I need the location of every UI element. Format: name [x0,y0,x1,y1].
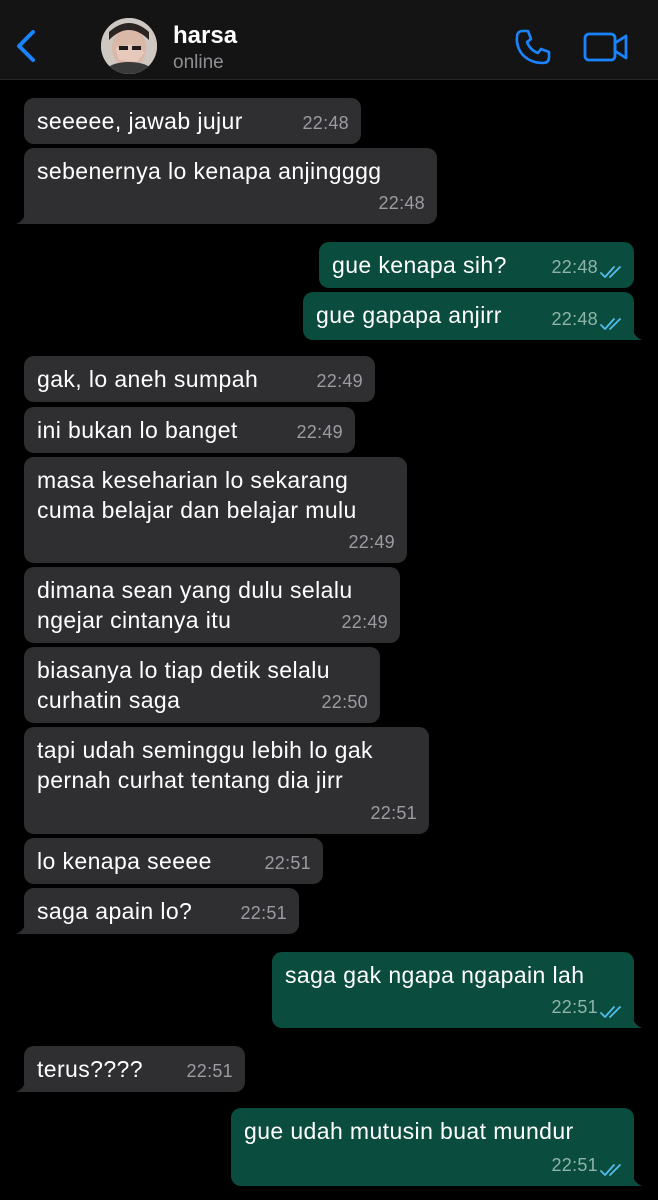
incoming-message[interactable]: masa keseharian lo sekarang cuma belajar… [24,457,407,563]
bubble-tail [626,324,642,340]
bubble-tail [16,208,32,224]
avatar[interactable] [101,18,157,74]
bubble-tail [16,918,32,934]
message-text: gue kenapa sih? [332,252,507,278]
chat-header: harsa online [0,0,658,80]
contact-name[interactable]: harsa [173,22,237,50]
message-timestamp: 22:48 [551,257,598,277]
incoming-message[interactable]: gak, lo aneh sumpah 22:49 [24,356,375,402]
incoming-message[interactable]: biasanya lo tiap detik selalu curhatin s… [24,647,380,723]
outgoing-message[interactable]: gue gapapa anjirr 22:48 [303,292,642,340]
outgoing-message[interactable]: gue kenapa sih? 22:48 [319,242,634,288]
message-text: lo kenapa seeee [37,848,212,874]
incoming-message[interactable]: lo kenapa seeee 22:51 [24,838,323,884]
double-check-icon [600,1164,621,1176]
message-list[interactable]: seeeee, jawab jujur 22:48 sebenernya lo ke… [0,80,658,1200]
message-text: saga apain lo? [37,898,193,924]
message-text: gue gapapa anjirr [316,302,502,328]
incoming-message[interactable]: dimana sean yang dulu selalu ngejar cint… [24,567,400,643]
message-text: sebenernya lo kenapa anjingggg [37,158,382,184]
double-check-icon [600,1006,621,1018]
incoming-message[interactable]: saga apain lo? 22:51 [16,888,299,934]
message-text: dimana sean yang dulu selalu ngejar cint… [37,577,353,633]
message-timestamp: 22:49 [316,371,363,391]
phone-icon[interactable] [514,28,552,66]
message-timestamp: 22:51 [264,853,311,873]
message-timestamp: 22:49 [296,422,343,442]
message-text: ini bukan lo banget [37,417,238,443]
message-timestamp: 22:50 [321,692,368,712]
chevron-left-icon[interactable] [12,28,42,64]
video-camera-icon[interactable] [583,30,629,64]
message-timestamp: 22:48 [378,193,425,213]
incoming-message[interactable]: tapi udah seminggu lebih lo gak pernah c… [24,727,429,834]
message-text: tapi udah seminggu lebih lo gak pernah c… [37,737,373,793]
bubble-tail [626,1170,642,1186]
message-text: saga gak ngapa ngapain lah [285,962,585,988]
message-timestamp: 22:48 [302,113,349,133]
incoming-message[interactable]: sebenernya lo kenapa anjingggg 22:48 [16,148,437,224]
double-check-icon [600,266,621,278]
message-timestamp: 22:51 [186,1061,233,1081]
message-text: gue udah mutusin buat mundur [244,1118,574,1144]
incoming-message[interactable]: ini bukan lo banget 22:49 [24,407,355,453]
incoming-message[interactable]: terus???? 22:51 [16,1046,245,1092]
message-timestamp: 22:51 [370,803,417,823]
message-timestamp: 22:51 [551,997,598,1017]
message-timestamp: 22:51 [240,903,287,923]
contact-status: online [173,52,224,73]
message-text: seeeee, jawab jujur [37,108,243,134]
message-text: biasanya lo tiap detik selalu curhatin s… [37,657,330,713]
message-text: terus???? [37,1056,143,1082]
message-timestamp: 22:51 [551,1155,598,1175]
outgoing-message[interactable]: gue udah mutusin buat mundur 22:51 [231,1108,642,1186]
message-text: gak, lo aneh sumpah [37,366,259,392]
bubble-tail [626,1012,642,1028]
message-timestamp: 22:49 [348,532,395,552]
incoming-message[interactable]: seeeee, jawab jujur 22:48 [24,98,361,144]
double-check-icon [600,318,621,330]
message-timestamp: 22:49 [341,612,388,632]
message-timestamp: 22:48 [551,309,598,329]
message-text: masa keseharian lo sekarang cuma belajar… [37,467,357,523]
bubble-tail [16,1076,32,1092]
outgoing-message[interactable]: saga gak ngapa ngapain lah 22:51 [272,952,642,1028]
